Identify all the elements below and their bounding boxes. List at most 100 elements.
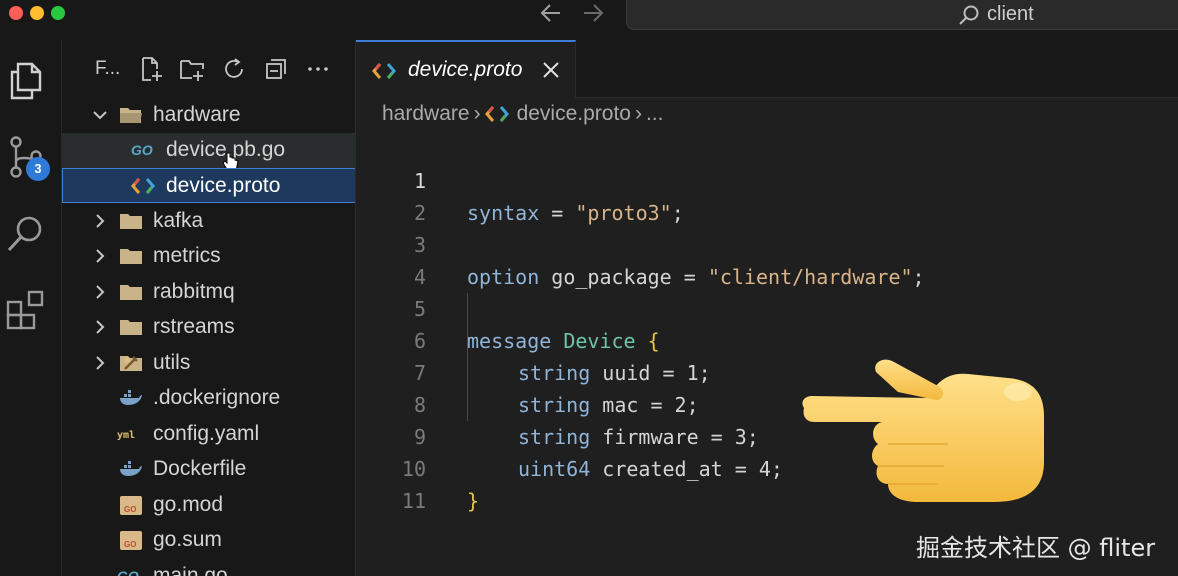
tree-label: rstreams <box>153 315 235 338</box>
code-line: 1 syntax = "proto3"; <box>356 133 1178 225</box>
collapse-all-icon[interactable] <box>263 56 289 82</box>
code-line: 9 uint64 created_at = 4; <box>356 389 1178 481</box>
title-bar: client <box>0 0 1178 40</box>
code-line: 2 <box>356 165 1178 225</box>
tree-label: go.sum <box>153 528 222 551</box>
code-line: 11 <box>356 453 1178 513</box>
search-icon <box>959 5 979 25</box>
breadcrumb-file[interactable]: device.proto <box>517 102 631 126</box>
explorer-sidebar: F... hardware GO device.pb.go device.pro… <box>62 40 356 576</box>
explorer-header: F... <box>62 40 355 98</box>
chevron-down-icon <box>93 111 107 120</box>
code-line: 7 string mac = 2; <box>356 325 1178 417</box>
proto-file-icon <box>372 63 396 79</box>
tree-file-device-pb-go[interactable]: GO device.pb.go <box>62 133 355 172</box>
docker-icon <box>120 390 142 405</box>
folder-icon <box>120 214 142 229</box>
docker-icon <box>120 461 142 476</box>
code-line: 6 string uuid = 1; <box>356 293 1178 385</box>
tree-folder-hardware[interactable]: hardware <box>62 98 355 133</box>
tree-folder-rabbitmq[interactable]: rabbitmq <box>62 275 355 310</box>
folder-icon <box>120 320 142 335</box>
back-arrow-icon[interactable] <box>538 0 564 26</box>
tree-label: .dockerignore <box>153 386 281 409</box>
zoom-window-button[interactable] <box>51 6 65 20</box>
tab-device-proto[interactable]: device.proto <box>356 40 576 98</box>
breadcrumb: hardware › device.proto ›... <box>382 102 663 132</box>
tab-label: device.proto <box>408 58 523 81</box>
explorer-files-icon[interactable] <box>4 58 48 102</box>
line-number: 11 <box>401 489 426 513</box>
more-actions-icon[interactable] <box>305 56 331 82</box>
proto-file-icon <box>484 106 509 123</box>
code-line: 5 message Device { <box>356 261 1178 353</box>
svg-text:GO: GO <box>124 505 136 514</box>
code-line: 10 } <box>356 421 1178 513</box>
activity-bar: 3 <box>0 40 62 576</box>
code-line: 8 string firmware = 3; <box>356 357 1178 449</box>
minimize-window-button[interactable] <box>30 6 44 20</box>
svg-text:yml: yml <box>117 430 135 441</box>
search-icon[interactable] <box>4 212 48 256</box>
tree-label: utils <box>153 351 191 374</box>
chevron-right-icon: › <box>634 102 642 126</box>
command-center-search[interactable]: client <box>626 0 1178 30</box>
tree-label: hardware <box>153 103 241 126</box>
tree-file-dockerignore[interactable]: .dockerignore <box>62 381 355 416</box>
folder-open-icon <box>120 108 142 123</box>
tree-folder-rstreams[interactable]: rstreams <box>62 310 355 345</box>
chevron-right-icon <box>96 356 105 370</box>
tree-label: config.yaml <box>153 422 260 445</box>
tree-file-dockerfile[interactable]: Dockerfile <box>62 452 355 487</box>
new-folder-icon[interactable] <box>179 56 205 82</box>
tree-file-config-yaml[interactable]: yml config.yaml <box>62 417 355 452</box>
tree-label: rabbitmq <box>153 280 235 303</box>
tree-label: kafka <box>153 209 204 232</box>
tree-label: Dockerfile <box>153 457 247 480</box>
watermark: 掘金技术社区 @ fliter <box>916 534 1156 562</box>
tree-folder-metrics[interactable]: metrics <box>62 239 355 274</box>
refresh-icon[interactable] <box>221 56 247 82</box>
chevron-right-icon <box>96 320 105 334</box>
utils-folder-icon <box>120 356 142 371</box>
search-text: client <box>987 3 1034 25</box>
tree-label: main.go <box>153 564 228 576</box>
forward-arrow-icon[interactable] <box>580 0 606 26</box>
editor-area: device.proto hardware › device.proto ›... … <box>356 40 1178 576</box>
chevron-right-icon <box>96 249 105 263</box>
breadcrumb-more[interactable]: ... <box>646 102 664 126</box>
tree-file-device-proto[interactable]: device.proto <box>62 168 355 203</box>
chevron-right-icon <box>96 285 105 299</box>
proto-file-icon <box>131 178 155 194</box>
editor-tab-bar: device.proto <box>356 40 1178 98</box>
code-line: 4 <box>356 229 1178 289</box>
code-token: } <box>467 489 480 513</box>
source-control-badge: 3 <box>26 157 50 181</box>
tree-file-go-mod[interactable]: GO go.mod <box>62 488 355 523</box>
explorer-title: F... <box>95 58 121 79</box>
go-file-icon: GO <box>117 568 139 576</box>
extensions-icon[interactable] <box>4 288 48 332</box>
folder-icon <box>120 249 142 264</box>
tree-label: go.mod <box>153 493 224 516</box>
tree-label: metrics <box>153 244 221 267</box>
new-file-icon[interactable] <box>138 56 164 82</box>
tree-file-go-sum[interactable]: GO go.sum <box>62 523 355 558</box>
yaml-file-icon: yml <box>117 430 135 441</box>
close-icon[interactable] <box>540 59 562 81</box>
chevron-right-icon: › <box>473 102 481 126</box>
svg-text:GO: GO <box>124 540 136 549</box>
tree-folder-kafka[interactable]: kafka <box>62 204 355 239</box>
folder-icon <box>120 285 142 300</box>
tree-folder-utils[interactable]: utils <box>62 346 355 381</box>
pointing-hand-icon <box>802 359 1044 502</box>
svg-text:GO: GO <box>131 142 153 158</box>
tree-label: device.proto <box>166 174 281 197</box>
tree-file-main-go[interactable]: GO main.go <box>62 559 355 576</box>
go-sum-icon: GO <box>120 531 142 550</box>
close-window-button[interactable] <box>9 6 23 20</box>
breadcrumb-folder[interactable]: hardware <box>382 102 470 126</box>
go-file-icon: GO <box>131 142 153 158</box>
code-line: 3 option go_package = "client/hardware"; <box>356 197 1178 289</box>
go-mod-icon: GO <box>120 496 142 515</box>
